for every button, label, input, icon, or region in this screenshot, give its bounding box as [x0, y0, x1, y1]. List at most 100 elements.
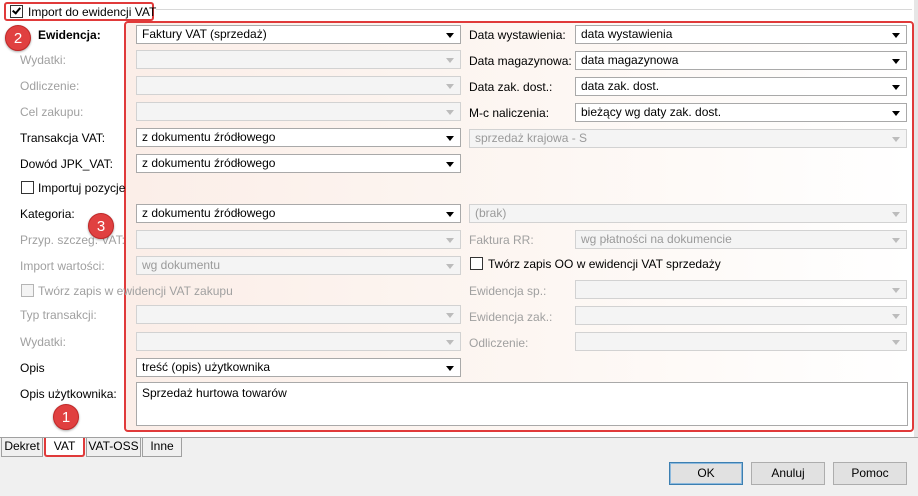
chevron-down-icon [892, 314, 900, 319]
annotation-badge-1: 1 [53, 404, 79, 430]
vertical-scrollbar[interactable] [914, 0, 918, 438]
faktura-rr-value: wg płatności na dokumencie [581, 232, 732, 246]
wydatki-label: Wydatki: [20, 53, 66, 67]
tworz-zakup-checkbox[interactable] [21, 284, 34, 297]
wydatki2-dropdown[interactable] [136, 332, 461, 351]
tab-vat[interactable]: VAT [44, 438, 85, 457]
ok-button[interactable]: OK [669, 462, 743, 485]
chevron-down-icon [892, 33, 900, 38]
import-vat-group-header[interactable]: Import do ewidencji VAT [4, 2, 157, 21]
kategoria-value: z dokumentu źródłowego [142, 206, 276, 220]
dowod-jpk-value: z dokumentu źródłowego [142, 156, 276, 170]
import-wartosci-dropdown[interactable]: wg dokumentu [136, 256, 461, 275]
dowod-jpk-dropdown[interactable]: z dokumentu źródłowego [136, 154, 461, 173]
chevron-down-icon [446, 238, 454, 243]
transakcja-typ-dropdown[interactable]: sprzedaż krajowa - S [469, 129, 907, 148]
odliczenie-dropdown[interactable] [136, 76, 461, 95]
cancel-button[interactable]: Anuluj [751, 462, 825, 485]
ewidencja-dropdown[interactable]: Faktury VAT (sprzedaż) [136, 25, 461, 44]
typ-transakcji-label: Typ transakcji: [20, 308, 97, 322]
chevron-down-icon [446, 136, 454, 141]
opis-value: treść (opis) użytkownika [142, 360, 271, 374]
importuj-pozycje-label: Importuj pozycje [38, 181, 126, 195]
chevron-down-icon [892, 85, 900, 90]
tab-vat-oss[interactable]: VAT-OSS [86, 438, 141, 457]
kategoria-dropdown[interactable]: z dokumentu źródłowego [136, 204, 461, 223]
data-zak-dost-label: Data zak. dost.: [469, 80, 553, 94]
check-icon [12, 5, 21, 15]
chevron-down-icon [892, 111, 900, 116]
tworz-oo-label: Twórz zapis OO w ewidencji VAT sprzedaży [488, 257, 721, 271]
ewidencja-zak-label: Ewidencja zak.: [469, 310, 553, 324]
chevron-down-icon [446, 340, 454, 345]
data-wystawienia-label: Data wystawienia: [469, 28, 566, 42]
faktura-rr-label: Faktura RR: [469, 233, 534, 247]
ewidencja-label: Ewidencja: [38, 28, 101, 42]
tworz-zakup-label: Twórz zapis w ewidencji VAT zakupu [38, 284, 233, 298]
ewidencja-sp-label: Ewidencja sp.: [469, 284, 547, 298]
chevron-down-icon [446, 366, 454, 371]
import-vat-label: Import do ewidencji VAT [28, 5, 157, 19]
faktura-rr-dropdown[interactable]: wg płatności na dokumencie [575, 230, 907, 249]
dowod-jpk-label: Dowód JPK_VAT: [20, 157, 113, 171]
kategoria-label: Kategoria: [20, 207, 75, 221]
ewidencja-sp-dropdown[interactable] [575, 280, 907, 299]
mc-naliczenia-value: bieżący wg daty zak. dost. [581, 105, 722, 119]
chevron-down-icon [892, 340, 900, 345]
wydatki-dropdown[interactable] [136, 50, 461, 69]
chevron-down-icon [446, 84, 454, 89]
cel-zakupu-dropdown[interactable] [136, 102, 461, 121]
data-magazynowa-dropdown[interactable]: data magazynowa [575, 51, 907, 70]
transakcja-typ-value: sprzedaż krajowa - S [475, 131, 588, 145]
tab-inne[interactable]: Inne [142, 438, 182, 457]
opis-dropdown[interactable]: treść (opis) użytkownika [136, 358, 461, 377]
chevron-down-icon [892, 288, 900, 293]
data-magazynowa-value: data magazynowa [581, 53, 679, 67]
annotation-badge-3: 3 [88, 213, 114, 239]
odliczenie-right-dropdown[interactable] [575, 332, 907, 351]
transakcja-vat-value: z dokumentu źródłowego [142, 130, 276, 144]
group-separator [156, 9, 912, 10]
opis-uzytkownika-value: Sprzedaż hurtowa towarów [142, 386, 287, 400]
chevron-down-icon [892, 238, 900, 243]
chevron-down-icon [446, 110, 454, 115]
mc-naliczenia-dropdown[interactable]: bieżący wg daty zak. dost. [575, 103, 907, 122]
chevron-down-icon [892, 212, 900, 217]
data-zak-dost-dropdown[interactable]: data zak. dost. [575, 77, 907, 96]
odliczenie-label: Odliczenie: [20, 79, 80, 93]
data-magazynowa-label: Data magazynowa: [469, 54, 572, 68]
tab-dekret[interactable]: Dekret [1, 438, 43, 457]
odliczenie-right-label: Odliczenie: [469, 336, 529, 350]
data-wystawienia-dropdown[interactable]: data wystawienia [575, 25, 907, 44]
help-button[interactable]: Pomoc [833, 462, 907, 485]
data-wystawienia-value: data wystawienia [581, 27, 673, 41]
wydatki2-label: Wydatki: [20, 335, 66, 349]
import-wartosci-value: wg dokumentu [142, 258, 221, 272]
mc-naliczenia-label: M-c naliczenia: [469, 106, 550, 120]
chevron-down-icon [446, 162, 454, 167]
tworz-oo-checkbox[interactable] [470, 257, 483, 270]
transakcja-vat-dropdown[interactable]: z dokumentu źródłowego [136, 128, 461, 147]
import-wartosci-label: Import wartości: [20, 259, 105, 273]
kategoria-szczeg-dropdown[interactable]: (brak) [469, 204, 907, 223]
opis-label: Opis [20, 361, 45, 375]
annotation-badge-2: 2 [5, 25, 31, 51]
chevron-down-icon [892, 137, 900, 142]
opis-uzytkownika-textarea[interactable]: Sprzedaż hurtowa towarów [136, 382, 908, 426]
chevron-down-icon [446, 58, 454, 63]
data-zak-dost-value: data zak. dost. [581, 79, 660, 93]
chevron-down-icon [446, 264, 454, 269]
ewidencja-zak-dropdown[interactable] [575, 306, 907, 325]
chevron-down-icon [892, 59, 900, 64]
typ-transakcji-dropdown[interactable] [136, 305, 461, 324]
chevron-down-icon [446, 33, 454, 38]
importuj-pozycje-checkbox[interactable] [21, 181, 34, 194]
chevron-down-icon [446, 313, 454, 318]
kategoria-szczeg-value: (brak) [475, 206, 507, 220]
transakcja-vat-label: Transakcja VAT: [20, 131, 106, 145]
cel-zakupu-label: Cel zakupu: [20, 105, 84, 119]
chevron-down-icon [446, 212, 454, 217]
przyp-szczeg-dropdown[interactable] [136, 230, 461, 249]
opis-uzytkownika-label: Opis użytkownika: [20, 387, 117, 401]
import-vat-checkbox[interactable] [10, 5, 23, 18]
